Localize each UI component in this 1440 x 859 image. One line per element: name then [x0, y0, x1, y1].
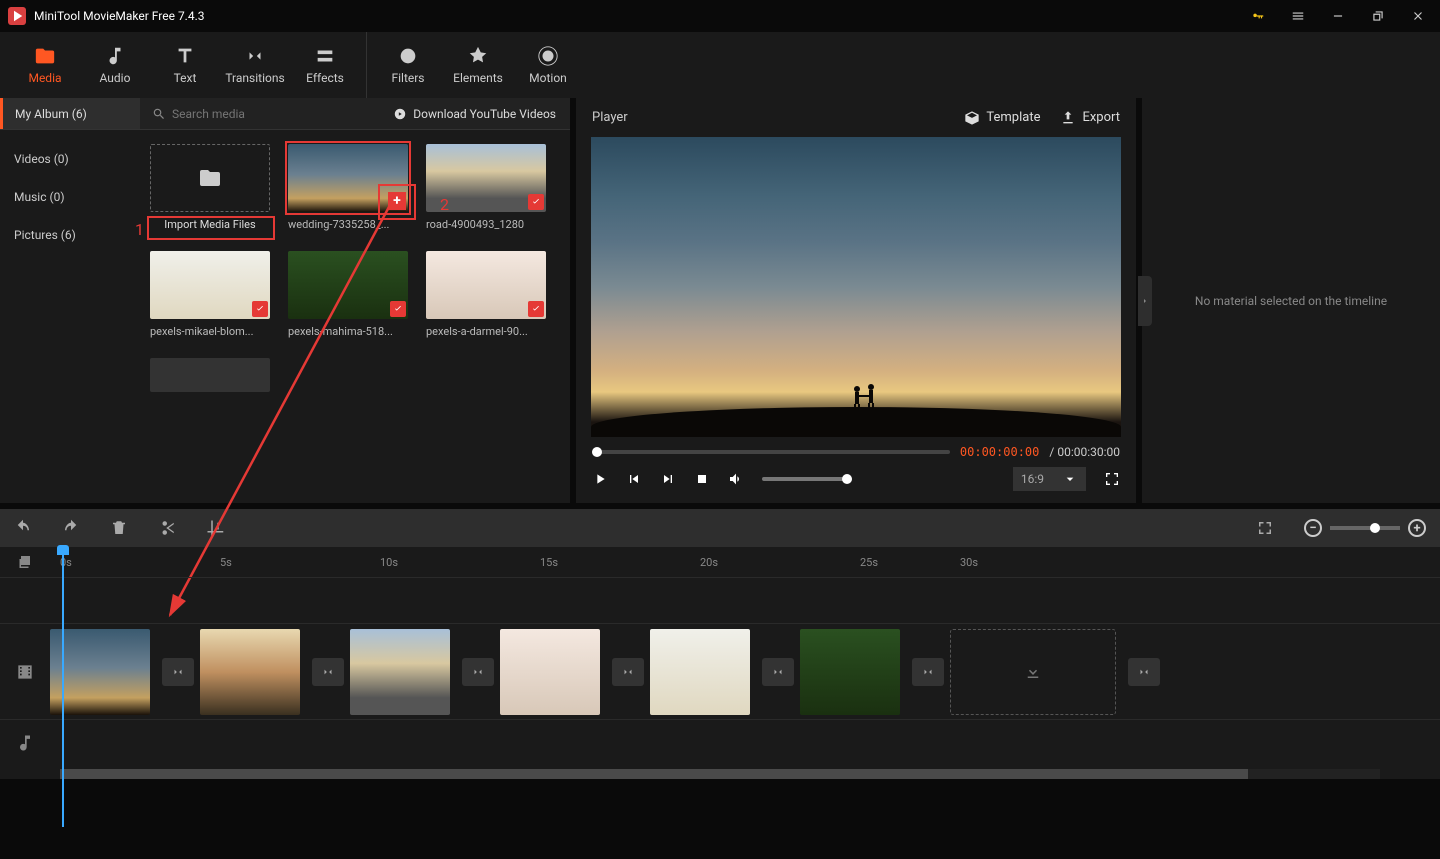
nav-elements[interactable]: Elements: [443, 32, 513, 98]
nav-media[interactable]: Media: [10, 32, 80, 98]
video-track-icon: [15, 662, 35, 682]
zoom-out-button[interactable]: −: [1304, 519, 1322, 537]
titlebar: MiniTool MovieMaker Free 7.4.3: [0, 0, 1440, 32]
clip[interactable]: [50, 629, 194, 715]
sidebar-item-pictures[interactable]: Pictures (6): [0, 216, 140, 254]
media-tile[interactable]: pexels-mikael-blom...: [150, 251, 270, 338]
stop-button[interactable]: [694, 471, 710, 487]
video-preview[interactable]: [591, 137, 1121, 437]
playhead[interactable]: [62, 547, 64, 827]
annotation-1: 1: [135, 220, 144, 239]
clip[interactable]: [350, 629, 494, 715]
timeline-toolbar: − +: [0, 509, 1440, 547]
aspect-ratio-select[interactable]: 16:9: [1013, 467, 1086, 491]
search-icon: [152, 107, 166, 121]
app-title: MiniTool MovieMaker Free 7.4.3: [34, 9, 205, 23]
nav-audio[interactable]: Audio: [80, 32, 150, 98]
nav-text[interactable]: Text: [150, 32, 220, 98]
clip[interactable]: [800, 629, 944, 715]
time-duration: 00:00:30:00: [1057, 445, 1120, 459]
split-button[interactable]: [158, 519, 176, 537]
redo-button[interactable]: [62, 519, 80, 537]
sidebar-item-music[interactable]: Music (0): [0, 178, 140, 216]
export-button[interactable]: Export: [1060, 110, 1120, 126]
seek-bar[interactable]: [592, 450, 950, 454]
people-silhouette: [845, 379, 885, 419]
chevron-down-icon: [1062, 471, 1078, 487]
nav-motion[interactable]: Motion: [513, 32, 583, 98]
media-tile[interactable]: pexels-mahima-518...: [288, 251, 408, 338]
checkmark-icon: [528, 194, 544, 210]
hamburger-menu-icon[interactable]: [1284, 2, 1312, 30]
media-grid: Import Media Files + wedding-7335258_...…: [140, 130, 570, 503]
minimize-button[interactable]: [1324, 2, 1352, 30]
zoom-slider[interactable]: [1330, 526, 1400, 530]
checkmark-icon: [528, 301, 544, 317]
nav-transitions[interactable]: Transitions: [220, 32, 290, 98]
album-label[interactable]: My Album (6): [0, 98, 140, 129]
download-youtube-link[interactable]: Download YouTube Videos: [393, 107, 556, 121]
delete-button[interactable]: [110, 519, 128, 537]
premium-key-icon[interactable]: [1244, 2, 1272, 30]
timeline: − + 0s 5s 10s 15s 20s 25s 30s: [0, 509, 1440, 779]
prev-frame-button[interactable]: [626, 471, 642, 487]
no-selection-message: No material selected on the timeline: [1195, 294, 1387, 308]
nav-effects[interactable]: Effects: [290, 32, 360, 98]
media-tile[interactable]: [150, 358, 270, 392]
app-icon: [8, 7, 26, 25]
checkmark-icon: [390, 301, 406, 317]
media-sidebar: Videos (0) Music (0) Pictures (6): [0, 130, 140, 503]
transition-slot[interactable]: [612, 658, 644, 686]
volume-slider[interactable]: [762, 477, 852, 481]
nav-filters[interactable]: Filters: [373, 32, 443, 98]
next-frame-button[interactable]: [660, 471, 676, 487]
transition-slot[interactable]: [1128, 658, 1160, 686]
transition-slot[interactable]: [312, 658, 344, 686]
player-title: Player: [592, 110, 628, 125]
sidebar-item-videos[interactable]: Videos (0): [0, 140, 140, 178]
undo-button[interactable]: [14, 519, 32, 537]
checkmark-icon: [252, 301, 268, 317]
search-input[interactable]: [172, 107, 292, 121]
audio-track-icon: [15, 733, 35, 753]
audio-track[interactable]: [0, 719, 1440, 765]
download-icon: [1024, 663, 1042, 681]
zoom-in-button[interactable]: +: [1408, 519, 1426, 537]
template-button[interactable]: Template: [964, 110, 1040, 126]
close-button[interactable]: [1404, 2, 1432, 30]
text-track[interactable]: [0, 577, 1440, 623]
folder-icon: [198, 166, 222, 190]
clip[interactable]: [650, 629, 794, 715]
media-tile[interactable]: road-4900493_1280: [426, 144, 546, 231]
annotation-2: 2: [440, 195, 449, 214]
auto-fit-button[interactable]: [1256, 519, 1274, 537]
clip[interactable]: [200, 629, 344, 715]
player-panel: Player Template Export: [576, 98, 1136, 503]
clip[interactable]: [500, 629, 644, 715]
media-panel: My Album (6) Download YouTube Videos Vid…: [0, 98, 570, 503]
fullscreen-button[interactable]: [1104, 471, 1120, 487]
collapse-handle[interactable]: [1138, 276, 1152, 326]
transition-slot[interactable]: [162, 658, 194, 686]
crop-button[interactable]: [206, 519, 224, 537]
transition-slot[interactable]: [762, 658, 794, 686]
play-button[interactable]: [592, 471, 608, 487]
import-media-tile[interactable]: Import Media Files: [150, 144, 270, 231]
top-nav: Media Audio Text Transitions Effects Fil…: [0, 32, 1440, 98]
media-tile[interactable]: + wedding-7335258_...: [288, 144, 408, 231]
add-track-icon[interactable]: [18, 553, 36, 571]
timeline-ruler[interactable]: 0s 5s 10s 15s 20s 25s 30s: [0, 547, 1440, 577]
video-track[interactable]: [0, 623, 1440, 719]
timeline-scrollbar[interactable]: [60, 769, 1380, 779]
drop-slot[interactable]: [950, 629, 1160, 715]
maximize-button[interactable]: [1364, 2, 1392, 30]
transition-slot[interactable]: [912, 658, 944, 686]
volume-icon[interactable]: [728, 471, 744, 487]
media-tile[interactable]: pexels-a-darmel-90...: [426, 251, 546, 338]
time-current: 00:00:00:00: [960, 445, 1039, 459]
transition-slot[interactable]: [462, 658, 494, 686]
properties-panel: No material selected on the timeline: [1142, 98, 1440, 503]
